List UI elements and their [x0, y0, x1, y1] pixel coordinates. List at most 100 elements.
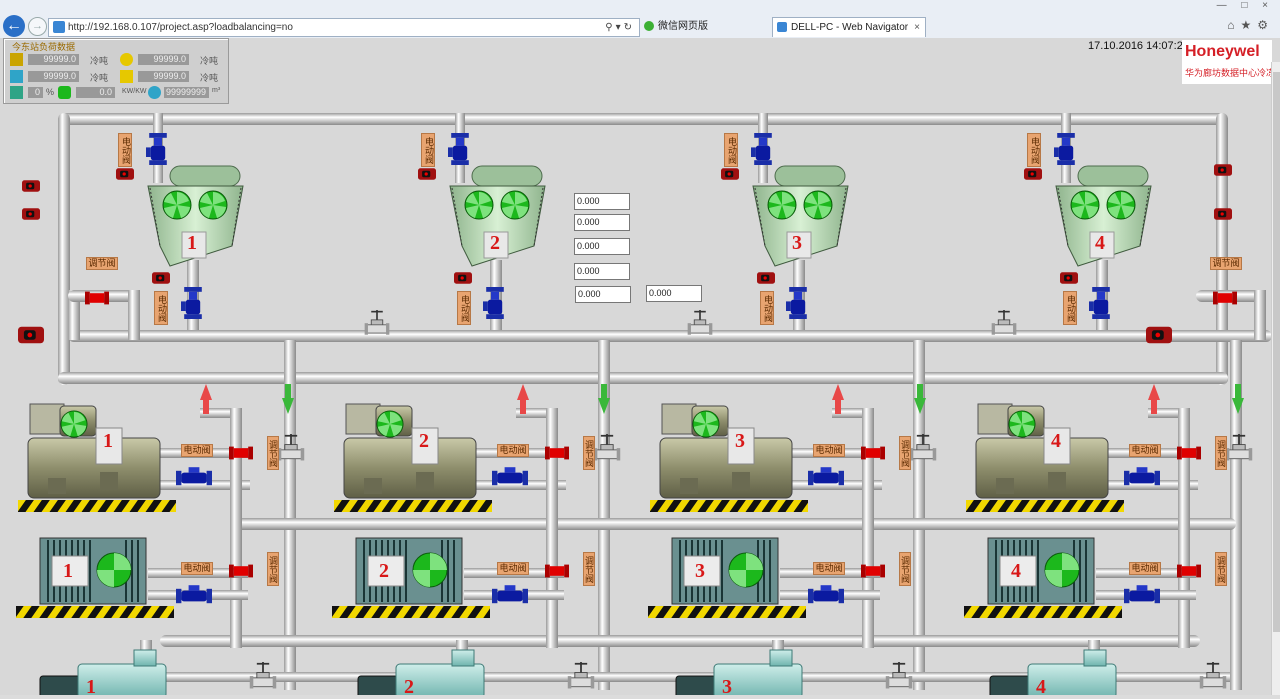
panel-title: 今东站负荷数据: [12, 42, 76, 52]
back-button[interactable]: ←: [3, 15, 25, 37]
chiller-number-2: 2: [419, 430, 429, 452]
value-field[interactable]: 0.000: [574, 238, 630, 255]
gate-valve-icon[interactable]: [363, 308, 391, 336]
pump-number-2: 2: [404, 676, 414, 698]
forward-button[interactable]: →: [28, 17, 47, 36]
regulating-valve-icon[interactable]: [1213, 291, 1237, 305]
motor-valve-label: 电动阀: [421, 133, 435, 167]
ie-tab-icon: [777, 22, 787, 32]
reg-valve-label: 调节阀: [583, 436, 595, 470]
motor-valve-label: 电动阀: [154, 291, 168, 325]
tab-web-navigator[interactable]: DELL-PC - Web Navigator ×: [772, 17, 926, 37]
flow-icon: [148, 86, 161, 99]
motor-valve-label: 电动阀: [760, 291, 774, 325]
pump-number-4: 4: [1036, 676, 1046, 698]
panel-value: 0.0: [76, 87, 115, 98]
motor-valve-label: 电动阀: [181, 444, 213, 457]
regulating-valve-icon[interactable]: [85, 291, 109, 305]
panel-value: 99999.0: [28, 71, 79, 82]
pump-number-3: 3: [722, 676, 732, 698]
panel-unit: 冷吨: [90, 56, 109, 66]
motor-valve-label: 电动阀: [1129, 444, 1161, 457]
search-refresh-icon[interactable]: ⚲▾↻: [605, 19, 635, 36]
motor-valve-label: 电动阀: [813, 562, 845, 575]
window-controls[interactable]: — □ ×: [1217, 0, 1274, 11]
box-icon: [120, 70, 133, 83]
exchanger-number-1: 1: [63, 560, 73, 582]
pressure-sensor-icon[interactable]: [1214, 164, 1232, 176]
tab-label: DELL-PC - Web Navigator: [791, 22, 909, 33]
wechat-icon: [644, 21, 654, 31]
motor-valve-label: 电动阀: [813, 444, 845, 457]
reg-valve-label: 调节阀: [267, 552, 279, 586]
reg-valve-label: 调节阀: [899, 436, 911, 470]
flow-meter-icon[interactable]: [18, 326, 44, 344]
datetime: 17.10.2016 14:07:2: [1088, 40, 1183, 52]
panel-value: 99999.0: [138, 71, 189, 82]
battery-icon: [10, 86, 23, 99]
tab-label: 微信网页版: [658, 21, 708, 32]
reg-valve-label: 调节阀: [1210, 257, 1242, 270]
url-text: http://192.168.0.107/project.asp?loadbal…: [68, 22, 293, 33]
value-field[interactable]: 0.000: [574, 193, 630, 210]
flow-meter-icon[interactable]: [1146, 326, 1172, 344]
panel-value: 99999999: [164, 87, 209, 98]
brand-subtitle: 华为廊坊数据中心冷冻: [1185, 68, 1276, 78]
tab-wechat[interactable]: 微信网页版: [640, 17, 784, 36]
sun-icon: [10, 53, 23, 66]
exchanger-number-3: 3: [695, 560, 705, 582]
tower-number-2: 2: [490, 232, 500, 254]
plant-diagram: [16, 113, 1272, 695]
pressure-sensor-icon[interactable]: [1214, 208, 1232, 220]
efficiency-icon: [58, 86, 71, 99]
scrollbar-thumb[interactable]: [1273, 72, 1280, 632]
cooling-icon: [10, 70, 23, 83]
motor-valve-label: 电动阀: [1129, 562, 1161, 575]
close-tab-icon[interactable]: ×: [914, 18, 920, 37]
pump-number-1: 1: [86, 676, 96, 698]
exchanger-number-2: 2: [379, 560, 389, 582]
gear-icon: [120, 53, 133, 66]
panel-unit: %: [46, 87, 55, 97]
motor-valve-label: 电动阀: [118, 133, 132, 167]
gate-valve-icon[interactable]: [990, 308, 1018, 336]
panel-unit: 冷吨: [90, 73, 109, 83]
value-field[interactable]: 0.000: [575, 286, 631, 303]
page-icon: [53, 21, 65, 33]
pressure-sensor-icon[interactable]: [22, 208, 40, 220]
motor-valve-label: 电动阀: [1063, 291, 1077, 325]
value-field[interactable]: 0.000: [574, 263, 630, 280]
panel-unit: m³: [212, 87, 221, 94]
panel-value: 0: [28, 87, 43, 98]
cooling-tower[interactable]: [721, 133, 848, 319]
reg-valve-label: 调节阀: [1215, 436, 1227, 470]
cooling-tower[interactable]: [418, 133, 545, 319]
motor-valve-label: 电动阀: [497, 562, 529, 575]
load-summary-panel: 今东站负荷数据 99999.0 冷吨 99999.0 冷吨 99999.0 冷吨…: [3, 38, 229, 104]
motor-valve-label: 电动阀: [497, 444, 529, 457]
reg-valve-label: 调节阀: [86, 257, 118, 270]
panel-value: 99999.0: [28, 54, 79, 65]
gate-valve-icon[interactable]: [686, 308, 714, 336]
cooling-tower[interactable]: [1024, 133, 1151, 319]
chiller-number-4: 4: [1051, 430, 1061, 452]
reg-valve-label: 调节阀: [1215, 552, 1227, 586]
motor-valve-label: 电动阀: [1027, 133, 1041, 167]
vertical-scrollbar[interactable]: [1271, 62, 1280, 695]
chiller-number-3: 3: [735, 430, 745, 452]
chiller-number-1: 1: [103, 430, 113, 452]
panel-value: 99999.0: [138, 54, 189, 65]
panel-unit: 冷吨: [200, 73, 219, 83]
pressure-sensor-icon[interactable]: [22, 180, 40, 192]
value-field[interactable]: 0.000: [646, 285, 702, 302]
motor-valve-label: 电动阀: [724, 133, 738, 167]
tower-number-1: 1: [187, 232, 197, 254]
toolbar-icons[interactable]: ⌂★⚙: [1227, 18, 1274, 32]
exchanger-number-4: 4: [1011, 560, 1021, 582]
panel-unit: KW/KW: [122, 88, 147, 95]
value-field[interactable]: 0.000: [574, 214, 630, 231]
reg-valve-label: 调节阀: [899, 552, 911, 586]
address-bar[interactable]: http://192.168.0.107/project.asp?loadbal…: [48, 18, 640, 37]
motor-valve-label: 电动阀: [457, 291, 471, 325]
reg-valve-label: 调节阀: [267, 436, 279, 470]
